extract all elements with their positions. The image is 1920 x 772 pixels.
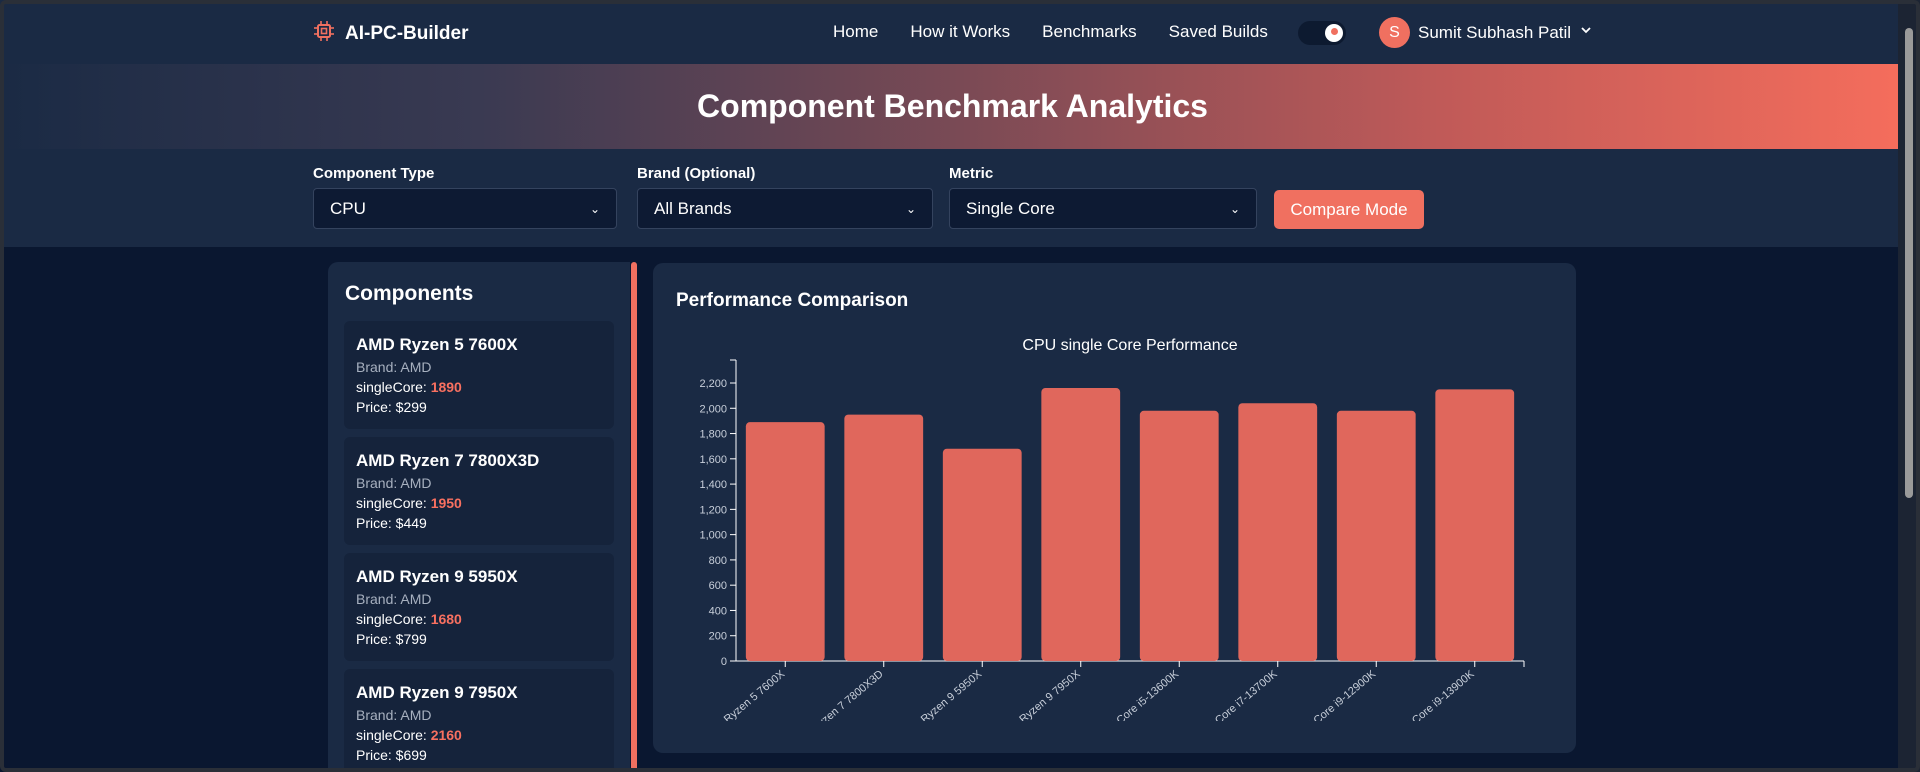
component-card[interactable]: AMD Ryzen 9 7950X Brand: AMD singleCore:… bbox=[344, 669, 614, 772]
metric-filter: Metric Single Core ⌄ bbox=[949, 165, 1257, 229]
score-value: 1950 bbox=[430, 495, 462, 511]
brand-logo[interactable]: AI-PC-Builder bbox=[313, 20, 469, 47]
score-value: 1890 bbox=[430, 379, 462, 395]
score-label: singleCore: bbox=[356, 495, 431, 511]
component-brand: Brand: AMD bbox=[356, 475, 432, 491]
component-brand: Brand: AMD bbox=[356, 707, 432, 723]
score-label: singleCore: bbox=[356, 611, 431, 627]
cpu-chip-icon bbox=[313, 20, 335, 47]
score-label: singleCore: bbox=[356, 727, 431, 743]
avatar: S bbox=[1379, 17, 1410, 48]
user-name: Sumit Subhash Patil bbox=[1418, 22, 1572, 42]
y-tick-label: 0 bbox=[721, 656, 727, 668]
chart-bar bbox=[1238, 403, 1318, 661]
chart-panel: Performance Comparison CPU single Core P… bbox=[653, 263, 1576, 753]
score-label: singleCore: bbox=[356, 379, 431, 395]
x-tick-label: AMD Ryzen 9 5950X bbox=[898, 668, 985, 744]
chart-bar bbox=[1336, 410, 1416, 661]
y-tick-label: 2,200 bbox=[699, 378, 727, 390]
metric-value: Single Core bbox=[966, 198, 1055, 218]
component-score: singleCore: 1950 bbox=[356, 495, 602, 511]
y-tick-label: 400 bbox=[709, 605, 727, 617]
y-tick-label: 600 bbox=[709, 580, 727, 592]
nav-saved-builds[interactable]: Saved Builds bbox=[1169, 22, 1268, 42]
component-card[interactable]: AMD Ryzen 7 7800X3D Brand: AMD singleCor… bbox=[344, 437, 614, 545]
component-brand: Brand: AMD bbox=[356, 359, 432, 375]
component-name: AMD Ryzen 7 7800X3D bbox=[356, 451, 540, 470]
chart-title: CPU single Core Performance bbox=[1022, 337, 1237, 354]
x-tick-label: Intel Core i5-13600K bbox=[1096, 668, 1182, 742]
sidebar-scroll-edge[interactable] bbox=[631, 262, 637, 772]
component-brand: Brand: AMD bbox=[356, 591, 432, 607]
x-tick-label: AMD Ryzen 7 7800X3D bbox=[789, 668, 886, 752]
x-tick-label: Intel Core i9-13900K bbox=[1392, 668, 1478, 742]
component-score: singleCore: 1890 bbox=[356, 379, 602, 395]
chart-bar bbox=[1139, 410, 1219, 661]
brand-select[interactable]: All Brands ⌄ bbox=[637, 188, 933, 229]
component-card[interactable]: AMD Ryzen 5 7600X Brand: AMD singleCore:… bbox=[344, 321, 614, 429]
component-score: singleCore: 1680 bbox=[356, 611, 602, 627]
sidebar-title: Components bbox=[345, 282, 474, 305]
compare-mode-button[interactable]: Compare Mode bbox=[1274, 190, 1424, 229]
brand-label: Brand (Optional) bbox=[637, 165, 756, 182]
x-tick-label: Intel Core i7-13700K bbox=[1195, 668, 1281, 742]
filters-bar: Component Type CPU ⌄ Brand (Optional) Al… bbox=[0, 149, 1920, 247]
component-type-value: CPU bbox=[330, 198, 366, 218]
scrollbar-thumb[interactable] bbox=[1905, 28, 1913, 498]
hero-banner: Component Benchmark Analytics bbox=[0, 64, 1920, 149]
y-tick-label: 200 bbox=[709, 631, 727, 643]
nav-links: Home How it Works Benchmarks Saved Build… bbox=[833, 22, 1268, 42]
chevron-down-icon: ⌄ bbox=[589, 201, 600, 216]
y-tick-label: 800 bbox=[709, 555, 727, 567]
y-tick-label: 2,000 bbox=[699, 403, 727, 415]
navbar: AI-PC-Builder Home How it Works Benchmar… bbox=[0, 0, 1920, 64]
metric-select[interactable]: Single Core ⌄ bbox=[949, 188, 1257, 229]
y-tick-label: 1,200 bbox=[699, 504, 727, 516]
component-price: Price: $299 bbox=[356, 399, 427, 415]
nav-home[interactable]: Home bbox=[833, 22, 878, 42]
y-tick-label: 1,600 bbox=[699, 454, 727, 466]
component-score: singleCore: 2160 bbox=[356, 727, 602, 743]
benchmark-chart: CPU single Core Performance 0 200 400 600 80… bbox=[699, 337, 1525, 752]
x-tick-label: Intel Core i9-12900K bbox=[1293, 668, 1379, 742]
chart-bar bbox=[942, 448, 1022, 661]
page-title: Component Benchmark Analytics bbox=[697, 88, 1208, 124]
component-type-filter: Component Type CPU ⌄ bbox=[313, 165, 617, 229]
brand-name: AI-PC-Builder bbox=[345, 22, 469, 44]
component-card[interactable]: AMD Ryzen 9 5950X Brand: AMD singleCore:… bbox=[344, 553, 614, 661]
chevron-down-icon bbox=[1579, 23, 1593, 42]
component-name: AMD Ryzen 9 7950X bbox=[356, 683, 518, 702]
nav-how-it-works[interactable]: How it Works bbox=[910, 22, 1010, 42]
chart-bar bbox=[745, 422, 825, 661]
component-type-label: Component Type bbox=[313, 165, 435, 182]
brand-value: All Brands bbox=[654, 198, 732, 218]
theme-toggle[interactable] bbox=[1298, 21, 1346, 45]
chart-bar bbox=[1435, 389, 1515, 661]
component-price: Price: $799 bbox=[356, 631, 427, 647]
components-sidebar: Components AMD Ryzen 5 7600X Brand: AMD … bbox=[328, 262, 630, 772]
nav-benchmarks[interactable]: Benchmarks bbox=[1042, 22, 1136, 42]
chevron-down-icon: ⌄ bbox=[1229, 201, 1240, 216]
x-tick-label: AMD Ryzen 5 7600X bbox=[701, 668, 788, 744]
score-value: 1680 bbox=[430, 611, 462, 627]
page-scrollbar[interactable] bbox=[1898, 0, 1920, 772]
moon-icon bbox=[1325, 24, 1343, 42]
component-list: AMD Ryzen 5 7600X Brand: AMD singleCore:… bbox=[344, 321, 614, 772]
brand-filter: Brand (Optional) All Brands ⌄ bbox=[637, 165, 933, 229]
component-price: Price: $699 bbox=[356, 747, 427, 763]
x-tick-label: AMD Ryzen 9 7950X bbox=[996, 668, 1083, 744]
component-price: Price: $449 bbox=[356, 515, 427, 531]
y-tick-label: 1,800 bbox=[699, 429, 727, 441]
chart-bar bbox=[1041, 388, 1121, 661]
score-value: 2160 bbox=[430, 727, 462, 743]
chart-bar bbox=[844, 414, 924, 661]
metric-label: Metric bbox=[949, 165, 994, 182]
component-name: AMD Ryzen 9 5950X bbox=[356, 567, 518, 586]
chevron-down-icon: ⌄ bbox=[905, 201, 916, 216]
y-tick-label: 1,400 bbox=[699, 479, 727, 491]
component-name: AMD Ryzen 5 7600X bbox=[356, 335, 518, 354]
user-menu[interactable]: S Sumit Subhash Patil bbox=[1379, 17, 1593, 48]
component-type-select[interactable]: CPU ⌄ bbox=[313, 188, 617, 229]
y-tick-label: 1,000 bbox=[699, 530, 727, 542]
